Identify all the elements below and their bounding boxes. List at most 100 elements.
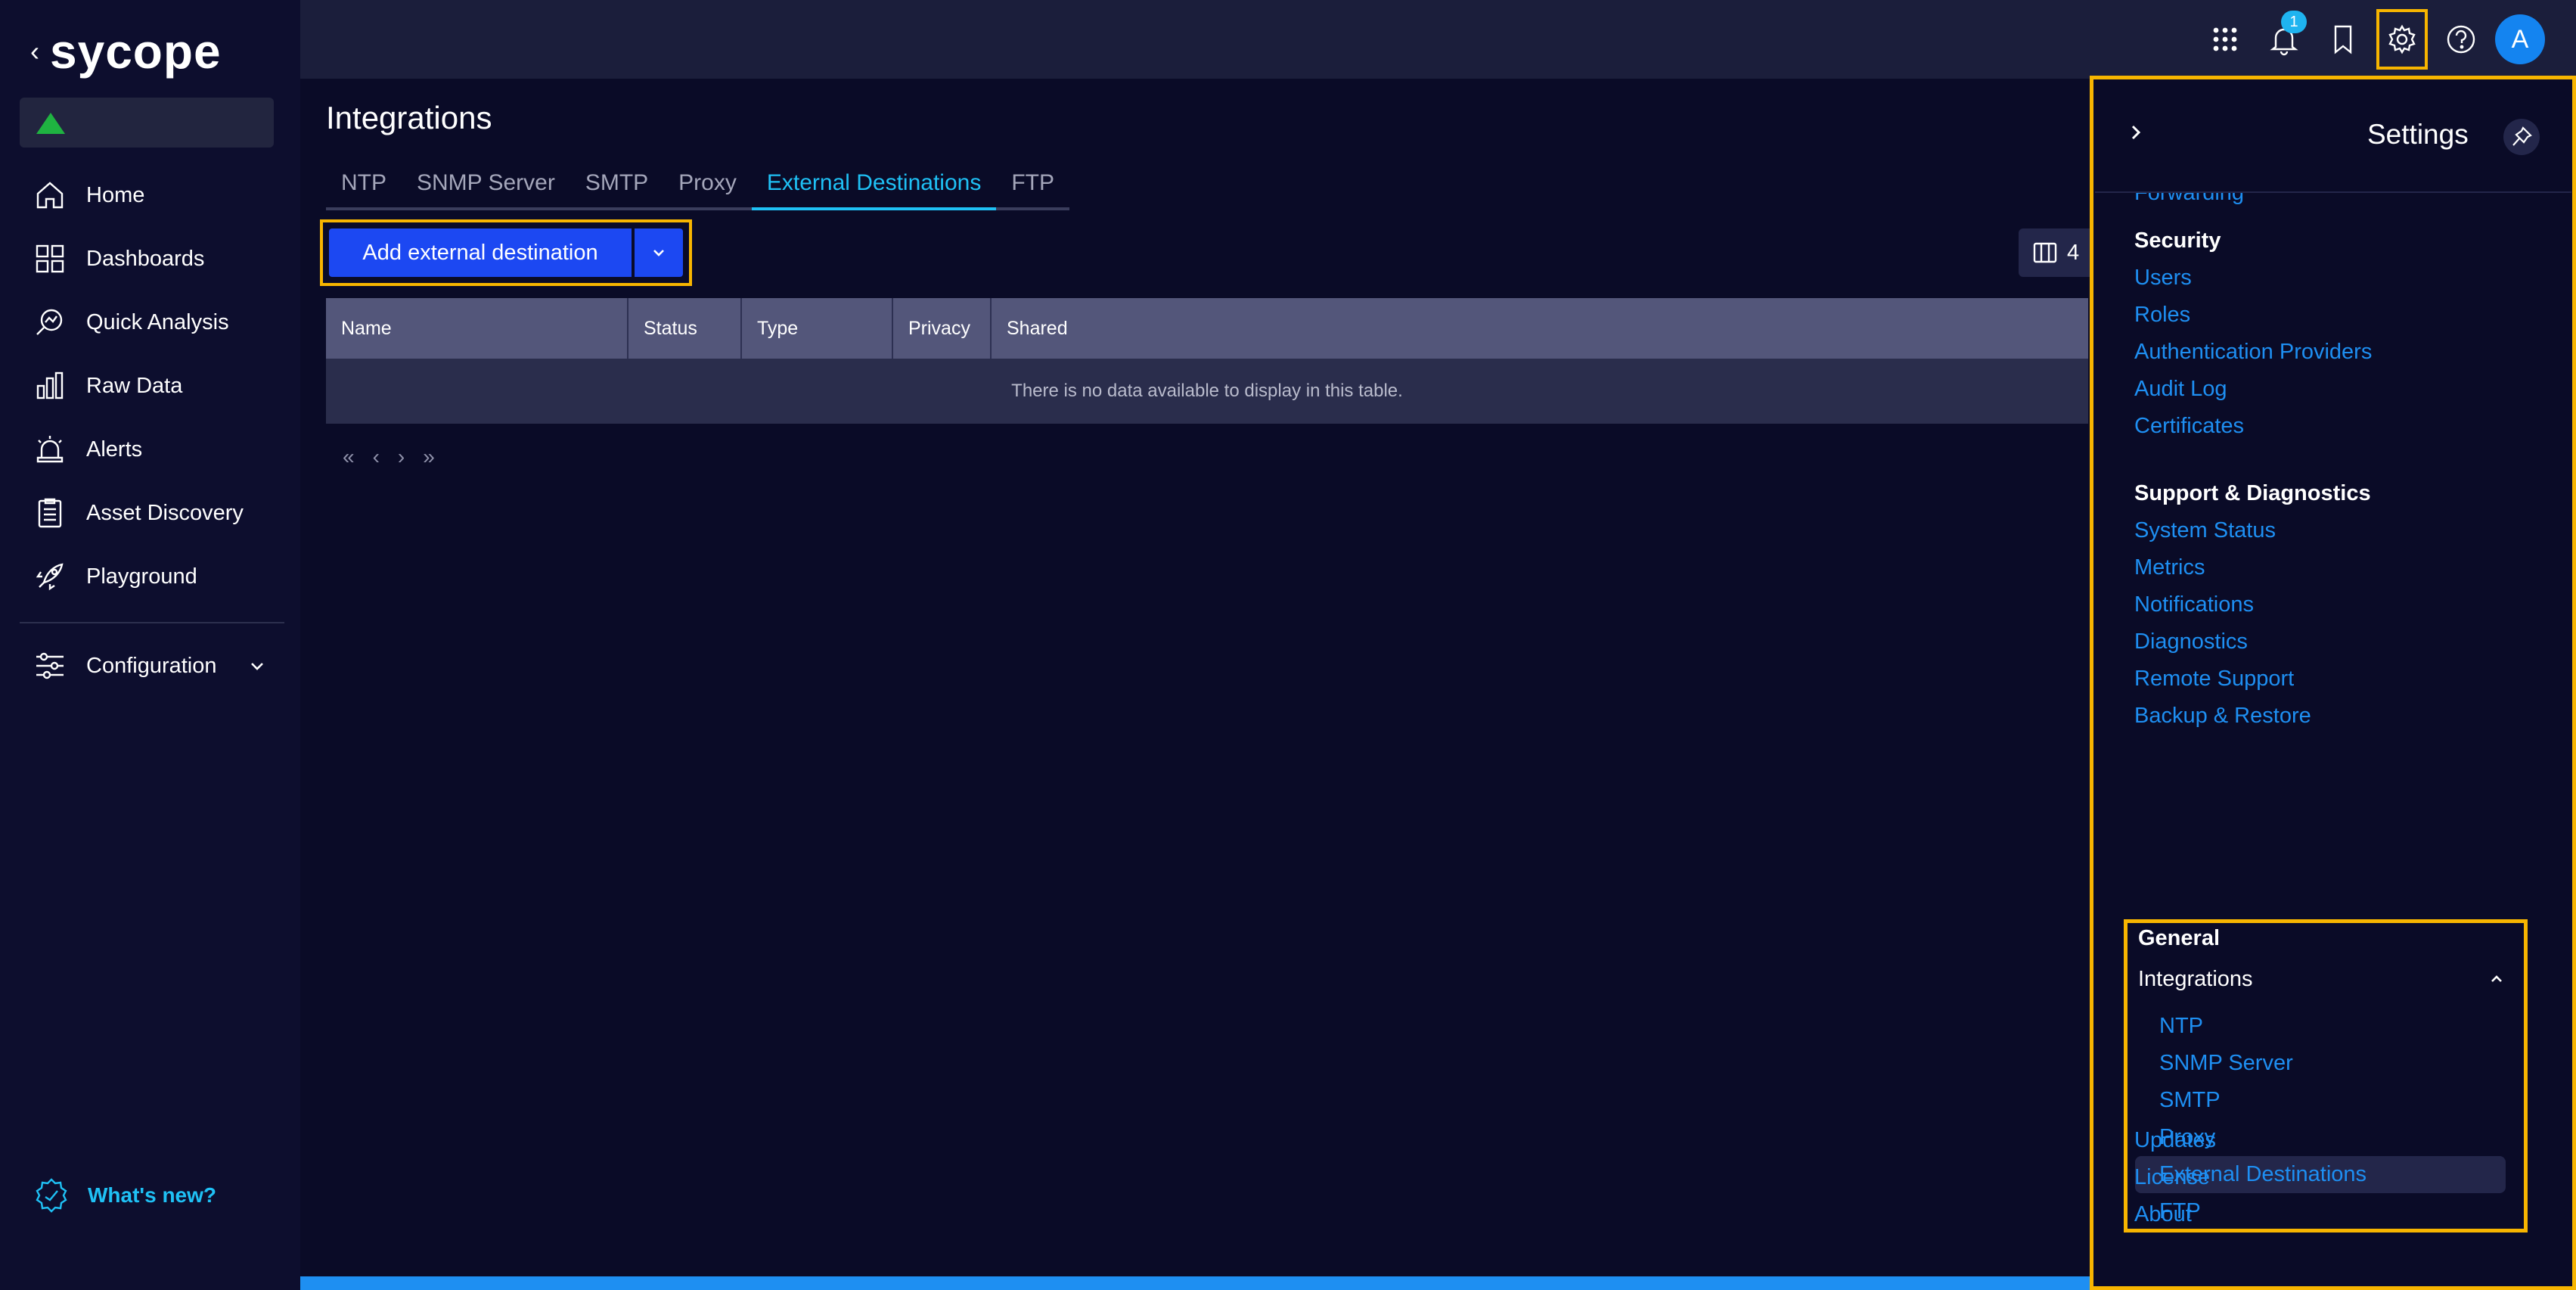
main-content: Integrations NTP SNMP Server SMTP Proxy …	[300, 79, 2094, 1290]
alerts-icon	[36, 436, 64, 463]
settings-link-ntp[interactable]: NTP	[2135, 1008, 2506, 1045]
settings-header: Settings	[2093, 79, 2572, 193]
top-icons: 1 A	[2199, 9, 2546, 70]
sidebar-item-label: Quick Analysis	[86, 309, 229, 334]
playground-icon	[36, 563, 64, 591]
tab-proxy[interactable]: Proxy	[663, 162, 752, 207]
add-options-dropdown-button[interactable]	[635, 228, 683, 277]
settings-link-users[interactable]: Users	[2134, 260, 2372, 297]
settings-link-remote-support[interactable]: Remote Support	[2134, 661, 2371, 698]
column-header-privacy[interactable]: Privacy	[893, 298, 992, 359]
sidebar-item-label: Asset Discovery	[86, 500, 244, 525]
bookmark-icon	[2334, 25, 2352, 54]
sidebar-item-quick-analysis[interactable]: Quick Analysis	[0, 291, 300, 354]
settings-link-license[interactable]: License	[2134, 1159, 2216, 1196]
settings-group-security: Security Users Roles Authentication Prov…	[2134, 222, 2372, 445]
settings-link-system-status[interactable]: System Status	[2134, 512, 2371, 549]
settings-link-authentication-providers[interactable]: Authentication Providers	[2134, 334, 2372, 371]
status-up-icon	[36, 113, 65, 134]
chevron-down-icon[interactable]	[248, 657, 266, 675]
add-external-destination-button[interactable]: Add external destination	[329, 228, 632, 277]
back-icon[interactable]: ‹	[30, 36, 39, 67]
tab-ftp[interactable]: FTP	[996, 162, 1069, 207]
settings-link-forwarding[interactable]: Forwarding	[2134, 193, 2244, 212]
settings-link-certificates[interactable]: Certificates	[2134, 408, 2372, 445]
notification-badge: 1	[2281, 11, 2307, 33]
settings-link-diagnostics[interactable]: Diagnostics	[2134, 623, 2371, 661]
sidebar-item-label: Dashboards	[86, 246, 205, 271]
chevron-down-icon	[653, 250, 664, 256]
column-header-name[interactable]: Name	[326, 298, 628, 359]
column-header-shared[interactable]: Shared	[992, 298, 2088, 359]
avatar[interactable]: A	[2495, 14, 2545, 64]
sidebar-nav: Home Dashboards Quick Analysis Raw Data …	[0, 163, 300, 608]
settings-group-heading: General	[2138, 926, 2220, 950]
settings-link-updates[interactable]: Updates	[2134, 1122, 2216, 1159]
dashboards-icon	[36, 244, 64, 273]
tab-smtp[interactable]: SMTP	[570, 162, 663, 207]
settings-link-smtp[interactable]: SMTP	[2135, 1082, 2506, 1119]
pagination: « ‹ › »	[343, 445, 435, 469]
settings-link-audit-log[interactable]: Audit Log	[2134, 371, 2372, 408]
sidebar-item-raw-data[interactable]: Raw Data	[0, 354, 300, 418]
bookmarks-button[interactable]	[2317, 9, 2369, 70]
user-menu[interactable]: A	[2494, 9, 2546, 70]
settings-title: Settings	[2367, 119, 2469, 150]
settings-panel: Settings Forwarding Security Users Roles…	[2090, 76, 2576, 1290]
next-page-button[interactable]: ›	[398, 445, 405, 469]
whats-new-link[interactable]: What's new?	[33, 1177, 216, 1214]
column-header-status[interactable]: Status	[628, 298, 742, 359]
help-icon	[2447, 25, 2475, 54]
sidebar-divider	[20, 622, 284, 623]
settings-link-snmp-server[interactable]: SNMP Server	[2135, 1045, 2506, 1082]
settings-link-about[interactable]: About	[2134, 1196, 2216, 1233]
destinations-table: Name Status Type Privacy Shared There is…	[326, 298, 2088, 424]
configuration-icon	[36, 652, 64, 679]
columns-count: 4	[2067, 240, 2080, 265]
tab-snmp-server[interactable]: SNMP Server	[402, 162, 570, 207]
home-icon	[36, 182, 64, 209]
sidebar: ‹ sycope Home Dashboards Quick Analysis …	[0, 0, 300, 1290]
sidebar-item-playground[interactable]: Playground	[0, 545, 300, 608]
settings-group-heading: Security	[2134, 228, 2221, 253]
collapse-panel-icon[interactable]	[2125, 122, 2146, 143]
pin-panel-button[interactable]	[2503, 119, 2540, 155]
sidebar-item-configuration[interactable]: Configuration	[0, 634, 300, 698]
columns-button[interactable]: 4	[2019, 228, 2094, 277]
columns-icon	[2033, 242, 2057, 263]
page-title: Integrations	[326, 100, 492, 135]
notifications-button[interactable]: 1	[2258, 9, 2310, 70]
settings-link-metrics[interactable]: Metrics	[2134, 549, 2371, 586]
sidebar-item-dashboards[interactable]: Dashboards	[0, 227, 300, 291]
settings-link-roles[interactable]: Roles	[2134, 297, 2372, 334]
sidebar-item-asset-discovery[interactable]: Asset Discovery	[0, 481, 300, 545]
settings-link-notifications[interactable]: Notifications	[2134, 586, 2371, 623]
chevron-up-icon[interactable]	[2488, 970, 2506, 988]
settings-button[interactable]	[2376, 9, 2428, 70]
bottom-progress-bar	[300, 1276, 2090, 1290]
column-header-type[interactable]: Type	[742, 298, 893, 359]
logo-text: sycope	[50, 24, 222, 79]
tab-ntp[interactable]: NTP	[326, 162, 402, 207]
first-page-button[interactable]: «	[343, 445, 355, 469]
top-bar: 1 A	[300, 0, 2576, 79]
logo[interactable]: ‹ sycope	[30, 21, 222, 82]
pin-icon	[2512, 126, 2532, 146]
status-box[interactable]	[20, 98, 274, 148]
settings-item-integrations[interactable]: Integrations	[2138, 967, 2253, 992]
apps-grid-button[interactable]	[2199, 9, 2251, 70]
sidebar-item-label: Home	[86, 182, 145, 207]
sidebar-item-label: Alerts	[86, 437, 143, 462]
table-empty-message: There is no data available to display in…	[326, 359, 2088, 424]
sidebar-item-alerts[interactable]: Alerts	[0, 418, 300, 481]
help-button[interactable]	[2435, 9, 2487, 70]
new-badge-icon	[36, 1178, 67, 1213]
settings-other-links: Updates License About	[2134, 1122, 2216, 1233]
sidebar-item-home[interactable]: Home	[0, 163, 300, 227]
previous-page-button[interactable]: ‹	[373, 445, 380, 469]
integration-tabs: NTP SNMP Server SMTP Proxy External Dest…	[326, 162, 1070, 210]
tab-external-destinations[interactable]: External Destinations	[751, 162, 997, 210]
raw-data-icon	[36, 371, 64, 399]
settings-link-backup-restore[interactable]: Backup & Restore	[2134, 698, 2371, 735]
last-page-button[interactable]: »	[423, 445, 435, 469]
